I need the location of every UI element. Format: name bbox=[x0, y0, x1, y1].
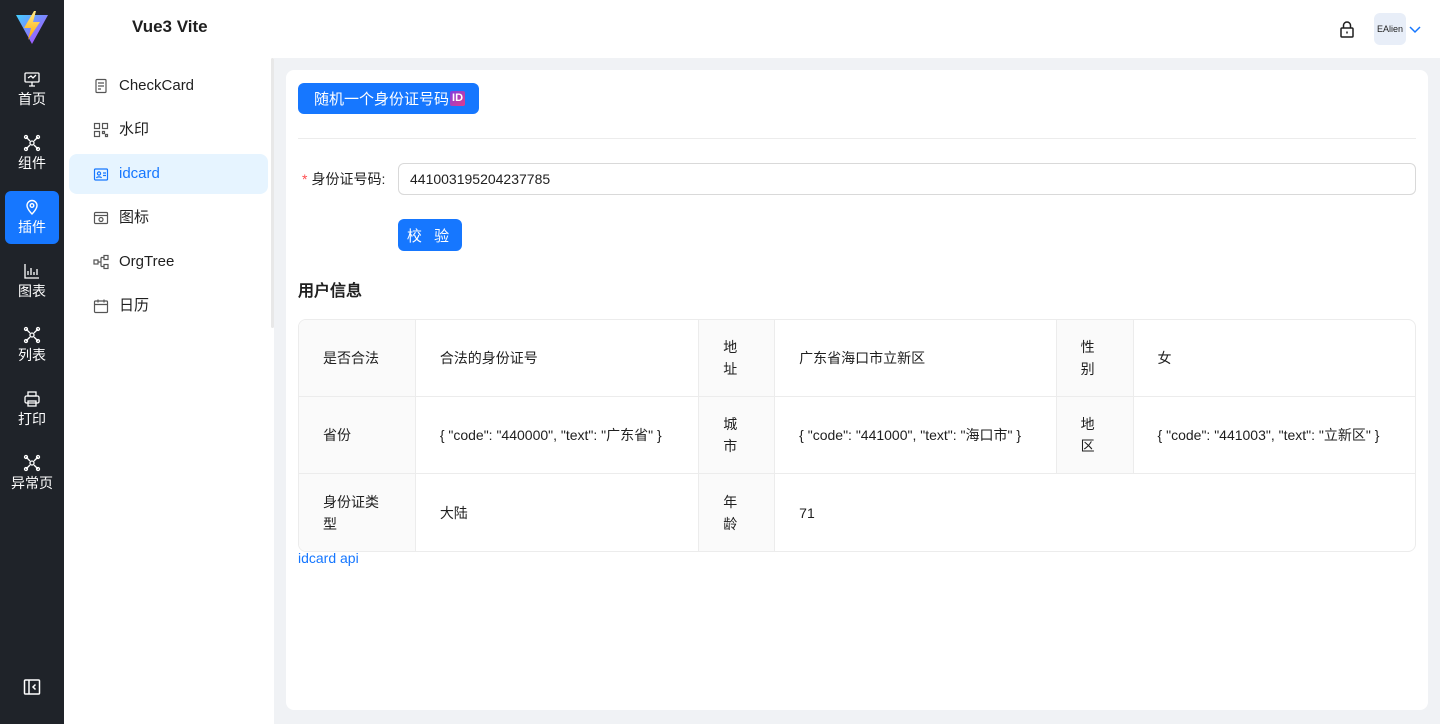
required-mark: * bbox=[302, 171, 308, 187]
info-key: 年龄 bbox=[699, 474, 776, 551]
submenu-item-watermark[interactable]: 水印 bbox=[69, 110, 268, 150]
submenu-item-label: OrgTree bbox=[119, 253, 175, 270]
submenu-item-checkcard[interactable]: CheckCard bbox=[69, 66, 268, 106]
submenu-item-label: 图标 bbox=[119, 209, 150, 226]
menu-collapse-icon[interactable] bbox=[23, 678, 41, 696]
watermark-icon bbox=[93, 122, 109, 138]
idcard-number-input[interactable] bbox=[398, 163, 1416, 195]
chevron-down-icon[interactable] bbox=[1408, 22, 1422, 36]
user-info-table: 是否合法 合法的身份证号 地址 广东省海口市立新区 性别 女 省份 { "cod… bbox=[298, 319, 1416, 552]
exception-icon bbox=[23, 454, 41, 472]
lock-icon[interactable] bbox=[1337, 19, 1357, 39]
table-row: 身份证类型 大陆 年龄 71 bbox=[299, 474, 1415, 551]
nav-item-home[interactable]: 首页 bbox=[5, 63, 59, 116]
user-avatar[interactable]: EAlien bbox=[1374, 13, 1406, 45]
info-value: 大陆 bbox=[416, 474, 700, 551]
vite-logo-icon[interactable] bbox=[14, 10, 50, 46]
info-key: 省份 bbox=[299, 397, 416, 474]
divider bbox=[298, 138, 1416, 139]
idcard-content-card: 随机一个身份证号码ID *身份证号码: 校 验 用户信息 是否合法 合法的身份证… bbox=[286, 70, 1428, 710]
info-key: 地区 bbox=[1056, 397, 1134, 474]
info-value: 71 bbox=[799, 504, 815, 521]
plugin-submenu: CheckCard 水印 idcard 图标 OrgTree 日历 bbox=[64, 58, 274, 724]
nav-item-label: 插件 bbox=[18, 219, 46, 235]
submenu-item-label: 水印 bbox=[119, 121, 150, 138]
table-row: 是否合法 合法的身份证号 地址 广东省海口市立新区 性别 女 bbox=[299, 320, 1415, 397]
dashboard-icon bbox=[24, 72, 40, 87]
idcard-form-label-text: 身份证号码: bbox=[311, 171, 386, 187]
random-idcard-button-label: 随机一个身份证号码 bbox=[314, 91, 450, 108]
submenu-item-label: CheckCard bbox=[119, 77, 195, 94]
checkcard-icon bbox=[95, 78, 107, 94]
submenu-item-orgtree[interactable]: OrgTree bbox=[69, 242, 268, 282]
plugin-icon bbox=[26, 199, 38, 215]
info-value: { "code": "441003", "text": "立新区" } bbox=[1133, 397, 1415, 474]
verify-button[interactable]: 校 验 bbox=[398, 219, 462, 251]
top-header: Vue3 Vite EAlien bbox=[64, 0, 1440, 58]
main-nav-rail: 首页 组件 插件 图表 列表 打印 异常页 bbox=[0, 0, 64, 724]
info-value: 广东省海口市立新区 bbox=[775, 320, 1057, 397]
idcard-icon bbox=[93, 168, 109, 181]
info-key: 是否合法 bbox=[299, 320, 416, 397]
nav-item-label: 打印 bbox=[18, 411, 46, 427]
nav-item-components[interactable]: 组件 bbox=[5, 127, 59, 180]
orgtree-icon bbox=[93, 254, 109, 270]
info-value: 女 bbox=[1133, 320, 1415, 397]
id-badge-icon: ID bbox=[450, 91, 466, 106]
nav-item-label: 异常页 bbox=[11, 475, 53, 491]
submenu-item-idcard[interactable]: idcard bbox=[69, 154, 268, 194]
printer-icon bbox=[24, 391, 40, 407]
nav-item-charts[interactable]: 图表 bbox=[5, 255, 59, 308]
info-key: 身份证类型 bbox=[299, 474, 416, 551]
nav-item-label: 首页 bbox=[18, 91, 46, 107]
nav-item-plugins[interactable]: 插件 bbox=[5, 191, 59, 244]
nav-item-label: 组件 bbox=[18, 155, 46, 171]
table-row: 省份 { "code": "440000", "text": "广东省" } 城… bbox=[299, 397, 1415, 474]
nav-item-label: 列表 bbox=[18, 347, 46, 363]
calendar-icon bbox=[93, 299, 109, 314]
info-value: 合法的身份证号 bbox=[415, 320, 700, 397]
info-value: { "code": "441000", "text": "海口市" } bbox=[775, 397, 1057, 474]
submenu-item-label: idcard bbox=[119, 165, 160, 182]
info-value: { "code": "440000", "text": "广东省" } bbox=[415, 397, 700, 474]
info-key: 地址 bbox=[699, 320, 776, 397]
components-icon bbox=[23, 134, 41, 152]
app-title: Vue3 Vite bbox=[132, 17, 208, 36]
nav-item-print[interactable]: 打印 bbox=[5, 383, 59, 436]
submenu-item-label: 日历 bbox=[119, 297, 150, 314]
submenu-scrollbar[interactable] bbox=[271, 58, 274, 328]
random-idcard-button[interactable]: 随机一个身份证号码 ID bbox=[298, 83, 480, 114]
nav-item-list[interactable]: 列表 bbox=[5, 319, 59, 372]
icons-icon bbox=[93, 211, 109, 225]
nav-item-exception[interactable]: 异常页 bbox=[5, 447, 59, 500]
idcard-form-label: * 身份证号码: bbox=[302, 170, 385, 188]
info-key: 性别 bbox=[1056, 320, 1134, 397]
submenu-item-calendar[interactable]: 日历 bbox=[69, 286, 268, 326]
submenu-item-icons[interactable]: 图标 bbox=[69, 198, 268, 238]
nav-item-label: 图表 bbox=[18, 283, 46, 299]
list-icon bbox=[23, 326, 41, 344]
chart-icon bbox=[24, 264, 39, 279]
info-key: 城市 bbox=[699, 397, 776, 474]
idcard-api-link[interactable]: idcard api bbox=[298, 550, 359, 566]
user-info-title: 用户信息 bbox=[298, 283, 363, 300]
